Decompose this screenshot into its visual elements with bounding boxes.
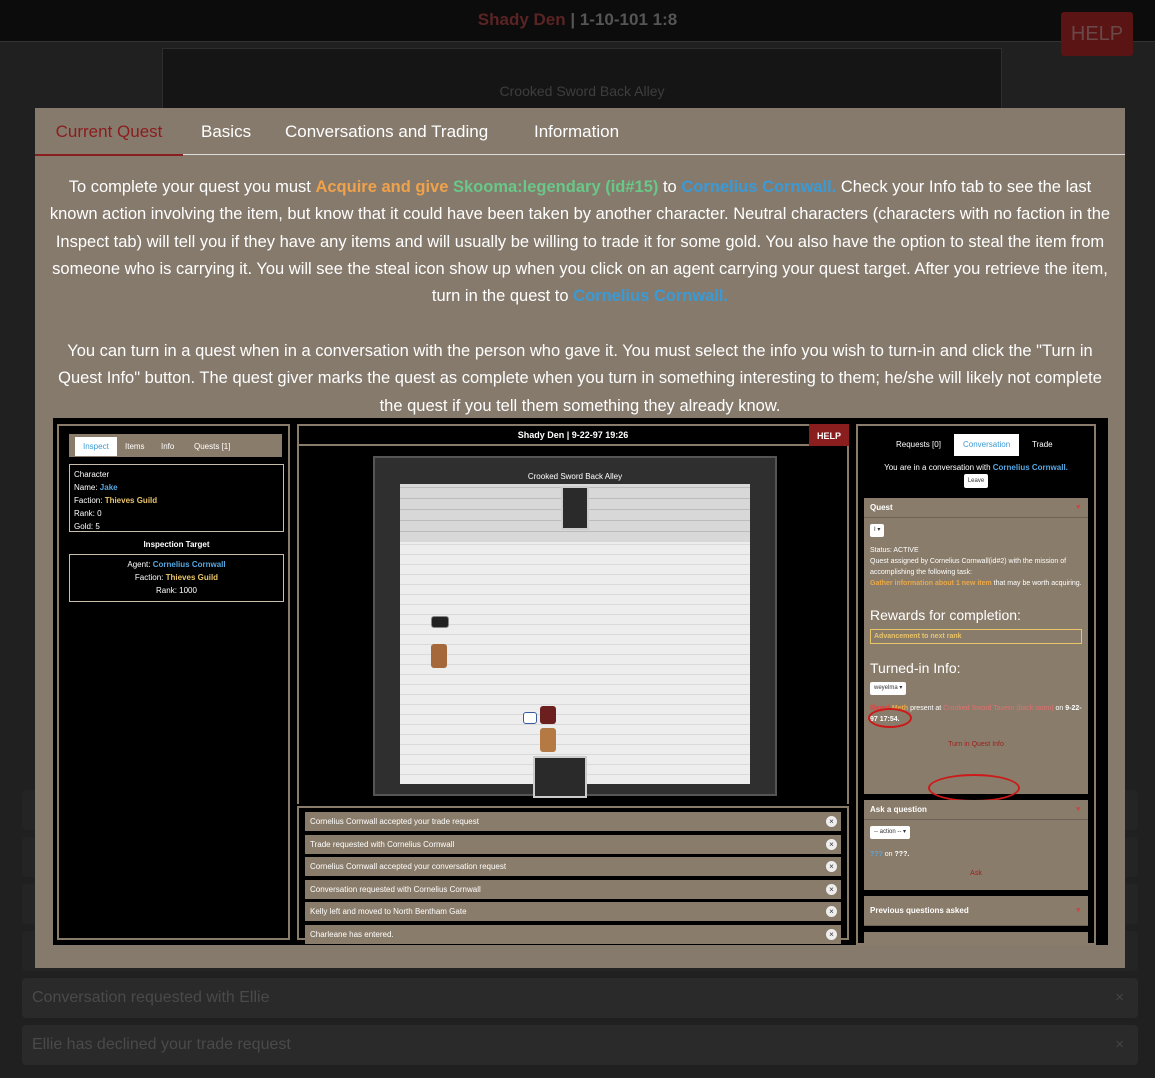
example-tab-quests: Quests [1]: [194, 442, 231, 451]
close-icon: ×: [826, 816, 837, 827]
quest-item: Skooma:legendary (id#15): [452, 178, 659, 196]
example-speech-bubble: [431, 616, 449, 628]
example-floor: [400, 542, 750, 784]
quest-target: Cornelius Cornwall.: [681, 178, 837, 196]
example-character-sprite: [540, 706, 556, 724]
example-inspection-heading: Inspection Target: [143, 540, 210, 549]
close-icon: ×: [1115, 989, 1124, 1006]
example-player-sprite: [540, 728, 556, 752]
close-icon: ×: [826, 861, 837, 872]
example-left-panel: Inspect Items Info Quests [1] Character …: [57, 424, 290, 940]
example-message-log: Cornelius Cornwall accepted your trade r…: [297, 806, 849, 944]
example-log-row: Trade requested with Cornelius Cornwall ×: [305, 834, 841, 854]
close-icon: ×: [826, 928, 837, 940]
help-modal: Current Quest Basics Conversations and T…: [35, 108, 1125, 968]
example-reward: Advancement to next rank: [870, 629, 1082, 644]
close-icon: ×: [826, 906, 837, 917]
example-quest-header: Quest ▾: [864, 498, 1088, 518]
background-log-row: Ellie has declined your trade request ×: [22, 1025, 1138, 1065]
example-log-row: Charleane has entered. ×: [305, 924, 841, 944]
example-inspection-box: Agent: Cornelius Cornwall Faction: Thiev…: [69, 554, 284, 602]
example-speech-bubble: [523, 712, 537, 724]
background-header: Shady Den | 1-10-101 1:8: [0, 0, 1155, 42]
example-tab-trade: Trade: [1032, 440, 1053, 449]
example-tab-requests: Requests [0]: [896, 440, 941, 449]
example-log-row: Kelly left and moved to North Bentham Ga…: [305, 902, 841, 921]
background-log-row: Conversation requested with Ellie ×: [22, 978, 1138, 1018]
turn-in-instructions: You can turn in a quest when in a conver…: [58, 342, 1102, 415]
chevron-down-icon: ▾: [1076, 504, 1080, 511]
example-next-section: [864, 932, 1088, 945]
example-turned-in-heading: Turned-in Info:: [870, 660, 961, 676]
example-rewards-heading: Rewards for completion:: [870, 607, 1021, 623]
chevron-down-icon: ▾: [1076, 806, 1080, 813]
example-right-tabs: Requests [0] Conversation Trade: [864, 434, 1088, 456]
example-highlight-ring: [868, 708, 912, 728]
example-turn-in-button: Turn in Quest Info: [948, 741, 1004, 748]
tab-basics[interactable]: Basics: [201, 108, 251, 155]
example-log-row: Conversation requested with Cornelius Co…: [305, 879, 841, 899]
example-tab-conversation: Conversation: [954, 434, 1020, 456]
close-icon: ×: [826, 838, 837, 850]
background-title: Shady Den | 1-10-101 1:8: [0, 10, 1155, 30]
tab-conversations-and-trading[interactable]: Conversations and Trading: [285, 108, 488, 155]
example-ask-select: -- action -- ▾: [870, 826, 911, 839]
example-tab-items: Items: [125, 442, 145, 451]
quest-description: To complete your quest you must Acquire …: [49, 178, 1111, 306]
background-location: Shady Den: [477, 10, 566, 29]
example-ask-button: Ask: [970, 870, 982, 877]
example-log-row: Cornelius Cornwall accepted your trade r…: [305, 812, 841, 831]
example-tab-inspect: Inspect: [75, 437, 117, 456]
background-log-text: Conversation requested with Ellie: [32, 989, 270, 1006]
example-quest-select: I ▾: [870, 524, 885, 537]
example-game-panel: Shady Den | 9-22-97 19:26 HELP Crooked S…: [297, 424, 849, 944]
example-tab-info: Info: [161, 442, 175, 451]
tab-information[interactable]: Information: [534, 108, 619, 155]
example-screenshot: Inspect Items Info Quests [1] Character …: [53, 418, 1108, 945]
example-right-panel: Requests [0] Conversation Trade You are …: [856, 424, 1096, 945]
background-time: | 1-10-101 1:8: [570, 10, 678, 29]
help-tabs: Current Quest Basics Conversations and T…: [35, 108, 1125, 156]
example-character-box: Character Name: Jake Faction: Thieves Gu…: [69, 464, 284, 532]
example-game-view: Crooked Sword Back Alley: [297, 446, 849, 804]
close-icon: ×: [826, 883, 837, 895]
quest-action: Acquire and give: [315, 178, 449, 196]
example-leave-button: Leave: [963, 474, 989, 488]
example-room-label: Crooked Sword Back Alley: [527, 472, 623, 481]
close-icon: ×: [1115, 1036, 1124, 1053]
example-log-row: Cornelius Cornwall accepted your convers…: [305, 857, 841, 876]
chevron-down-icon: ▾: [1076, 907, 1080, 914]
example-title: Shady Den | 9-22-97 19:26: [297, 424, 849, 446]
background-map-label: Crooked Sword Back Alley: [499, 83, 665, 99]
example-quest-section: Quest ▾ I ▾ Status: ACTIVE Quest assigned…: [864, 498, 1088, 802]
example-door-bottom: [533, 756, 587, 798]
example-turned-in-select: weyelma ▾: [870, 682, 907, 695]
example-help-button: HELP: [809, 424, 849, 448]
example-left-tabs: Inspect Items Info Quests [1]: [69, 434, 282, 457]
background-help-button: HELP: [1061, 12, 1133, 56]
example-character-sprite: [431, 644, 447, 668]
quest-target: Cornelius Cornwall.: [573, 287, 729, 306]
example-conversation-status: You are in a conversation with Cornelius…: [864, 462, 1088, 488]
example-ask-section: Ask a question ▾ -- action -- ▾ ??? on ??…: [864, 800, 1088, 890]
example-room: Crooked Sword Back Alley: [373, 456, 777, 798]
example-highlight-ring: [928, 774, 1020, 802]
example-door-top: [561, 486, 589, 530]
tab-current-quest[interactable]: Current Quest: [35, 108, 183, 156]
background-log-text: Ellie has declined your trade request: [32, 1036, 291, 1053]
example-previous-section: Previous questions asked ▾: [864, 896, 1088, 926]
